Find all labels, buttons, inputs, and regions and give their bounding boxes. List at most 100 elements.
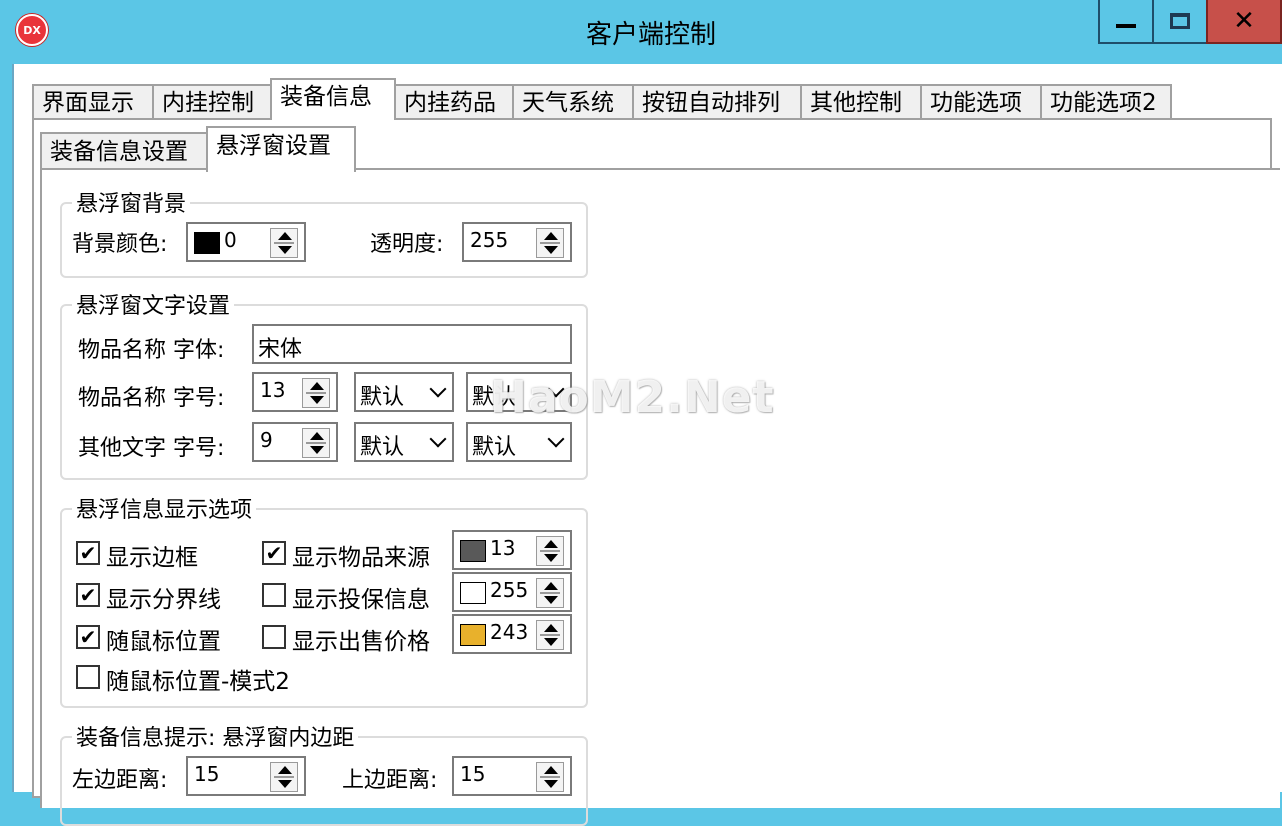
opacity-stepper[interactable]: 255 (462, 222, 572, 262)
checkbox-follow-mouse-mode2[interactable]: 随鼠标位置-模式2 (76, 662, 316, 695)
minimize-button[interactable] (1098, 0, 1154, 44)
chevron-down-icon (429, 380, 447, 398)
spin-arrows-icon[interactable] (302, 378, 330, 408)
other-combo-1-value: 默认 (360, 435, 405, 460)
checkbox-show-divider[interactable]: ✔ 显示分界线 (76, 580, 246, 613)
subtab-equipment-info-settings[interactable]: 装备信息设置 (40, 132, 208, 170)
chevron-down-icon (547, 430, 565, 448)
item-size-stepper[interactable]: 13 (252, 372, 338, 412)
checkbox-box[interactable] (262, 625, 286, 649)
subtab-floating-window-settings[interactable]: 悬浮窗设置 (206, 126, 356, 172)
watermark-text: HaoM2.Net (490, 372, 775, 423)
insurance-color-stepper[interactable]: 255 (452, 572, 572, 612)
equipment-info-panel: 装备信息设置 悬浮窗设置 悬浮窗背景 背景颜色: 0 透明度: 255 悬浮窗文… (32, 118, 1280, 826)
client-area: 界面显示 内挂控制 装备信息 内挂药品 天气系统 按钮自动排列 其他控制 功能选… (12, 64, 1282, 826)
spin-arrows-icon[interactable] (536, 228, 564, 258)
item-source-color-swatch (460, 540, 486, 562)
tab-button-auto-arrange[interactable]: 按钮自动排列 (632, 84, 802, 118)
item-source-color-stepper[interactable]: 13 (452, 530, 572, 570)
spin-arrows-icon[interactable] (536, 762, 564, 792)
insurance-color-value: 255 (490, 578, 529, 602)
other-size-combo-2[interactable]: 默认 (466, 422, 572, 462)
floating-window-settings-panel: 悬浮窗背景 背景颜色: 0 透明度: 255 悬浮窗文字设置 物品名称 字体: (40, 168, 1280, 826)
spin-arrows-icon[interactable] (536, 578, 564, 608)
tab-other-control[interactable]: 其他控制 (800, 84, 922, 118)
spin-arrows-icon[interactable] (270, 762, 298, 792)
checkbox-box[interactable]: ✔ (76, 625, 100, 649)
top-padding-value: 15 (460, 762, 486, 786)
title-bar: DX 客户端控制 ✕ (0, 0, 1282, 64)
maximize-button[interactable] (1152, 0, 1208, 44)
spin-arrows-icon[interactable] (302, 428, 330, 458)
tab-function-options-2[interactable]: 功能选项2 (1040, 84, 1172, 118)
minimize-icon (1116, 24, 1136, 28)
chevron-down-icon (429, 430, 447, 448)
item-size-value: 13 (260, 378, 286, 402)
group-floating-padding: 装备信息提示: 悬浮窗内边距 左边距离: 15 上边距离: 15 (60, 720, 588, 826)
checkbox-box[interactable] (262, 583, 286, 607)
group-title-background: 悬浮窗背景 (72, 186, 191, 218)
bg-color-swatch (194, 232, 220, 254)
other-size-combo-1[interactable]: 默认 (354, 422, 454, 462)
window-title: 客户端控制 (585, 20, 716, 50)
checkbox-label: 显示出售价格 (292, 629, 430, 655)
other-combo-2-value: 默认 (472, 435, 517, 460)
tab-plugin-control[interactable]: 内挂控制 (152, 84, 272, 118)
group-title-padding: 装备信息提示: 悬浮窗内边距 (72, 720, 359, 752)
tab-function-options[interactable]: 功能选项 (920, 84, 1042, 118)
other-size-label: 其他文字 字号: (78, 436, 225, 461)
checkbox-show-sell-price[interactable]: 显示出售价格 (262, 622, 452, 655)
checkbox-show-insurance[interactable]: 显示投保信息 (262, 580, 452, 613)
item-source-color-value: 13 (490, 536, 516, 560)
bg-color-label: 背景颜色: (72, 232, 168, 257)
opacity-value: 255 (470, 228, 509, 252)
item-combo-1-value: 默认 (360, 385, 405, 410)
item-size-combo-1[interactable]: 默认 (354, 372, 454, 412)
top-padding-stepper[interactable]: 15 (452, 756, 572, 796)
spin-arrows-icon[interactable] (270, 228, 298, 258)
top-padding-label: 上边距离: (342, 768, 438, 793)
sell-price-color-value: 243 (490, 620, 529, 644)
sell-price-color-stepper[interactable]: 243 (452, 614, 572, 654)
checkbox-box[interactable]: ✔ (262, 541, 286, 565)
close-button[interactable]: ✕ (1206, 0, 1282, 44)
bg-color-value: 0 (224, 228, 237, 252)
checkbox-follow-mouse[interactable]: ✔ 随鼠标位置 (76, 622, 246, 655)
maximize-icon (1170, 13, 1190, 29)
item-font-value: 宋体 (258, 337, 303, 362)
other-size-value: 9 (260, 428, 273, 452)
bg-color-stepper[interactable]: 0 (186, 222, 306, 262)
sell-price-color-swatch (460, 624, 486, 646)
left-padding-value: 15 (194, 762, 220, 786)
other-size-stepper[interactable]: 9 (252, 422, 338, 462)
checkbox-label: 随鼠标位置-模式2 (106, 669, 290, 695)
tab-plugin-potions[interactable]: 内挂药品 (394, 84, 514, 118)
checkbox-label: 显示投保信息 (292, 587, 430, 613)
left-padding-label: 左边距离: (72, 768, 168, 793)
checkbox-label: 随鼠标位置 (106, 629, 221, 655)
group-floating-background: 悬浮窗背景 背景颜色: 0 透明度: 255 (60, 186, 588, 278)
tab-equipment-info[interactable]: 装备信息 (270, 78, 396, 120)
spin-arrows-icon[interactable] (536, 536, 564, 566)
item-font-input[interactable]: 宋体 (252, 324, 572, 364)
group-floating-display-options: 悬浮信息显示选项 ✔ 显示边框 ✔ 显示分界线 ✔ 随鼠标位置 随鼠标位置-模式… (60, 492, 588, 708)
checkbox-label: 显示分界线 (106, 587, 221, 613)
checkbox-label: 显示边框 (106, 545, 198, 571)
checkbox-box[interactable]: ✔ (76, 541, 100, 565)
tab-weather-system[interactable]: 天气系统 (512, 84, 634, 118)
group-title-display-options: 悬浮信息显示选项 (72, 492, 257, 524)
checkbox-box[interactable]: ✔ (76, 583, 100, 607)
insurance-color-swatch (460, 582, 486, 604)
spin-arrows-icon[interactable] (536, 620, 564, 650)
checkbox-show-item-source[interactable]: ✔ 显示物品来源 (262, 538, 452, 571)
checkbox-box[interactable] (76, 665, 100, 689)
checkbox-label: 显示物品来源 (292, 545, 430, 571)
group-title-text-settings: 悬浮窗文字设置 (72, 288, 235, 320)
checkbox-show-border[interactable]: ✔ 显示边框 (76, 538, 246, 571)
left-padding-stepper[interactable]: 15 (186, 756, 306, 796)
opacity-label: 透明度: (370, 232, 444, 257)
item-font-label: 物品名称 字体: (78, 338, 225, 363)
tab-interface-display[interactable]: 界面显示 (32, 84, 154, 118)
close-icon: ✕ (1233, 6, 1255, 36)
item-size-label: 物品名称 字号: (78, 386, 225, 411)
